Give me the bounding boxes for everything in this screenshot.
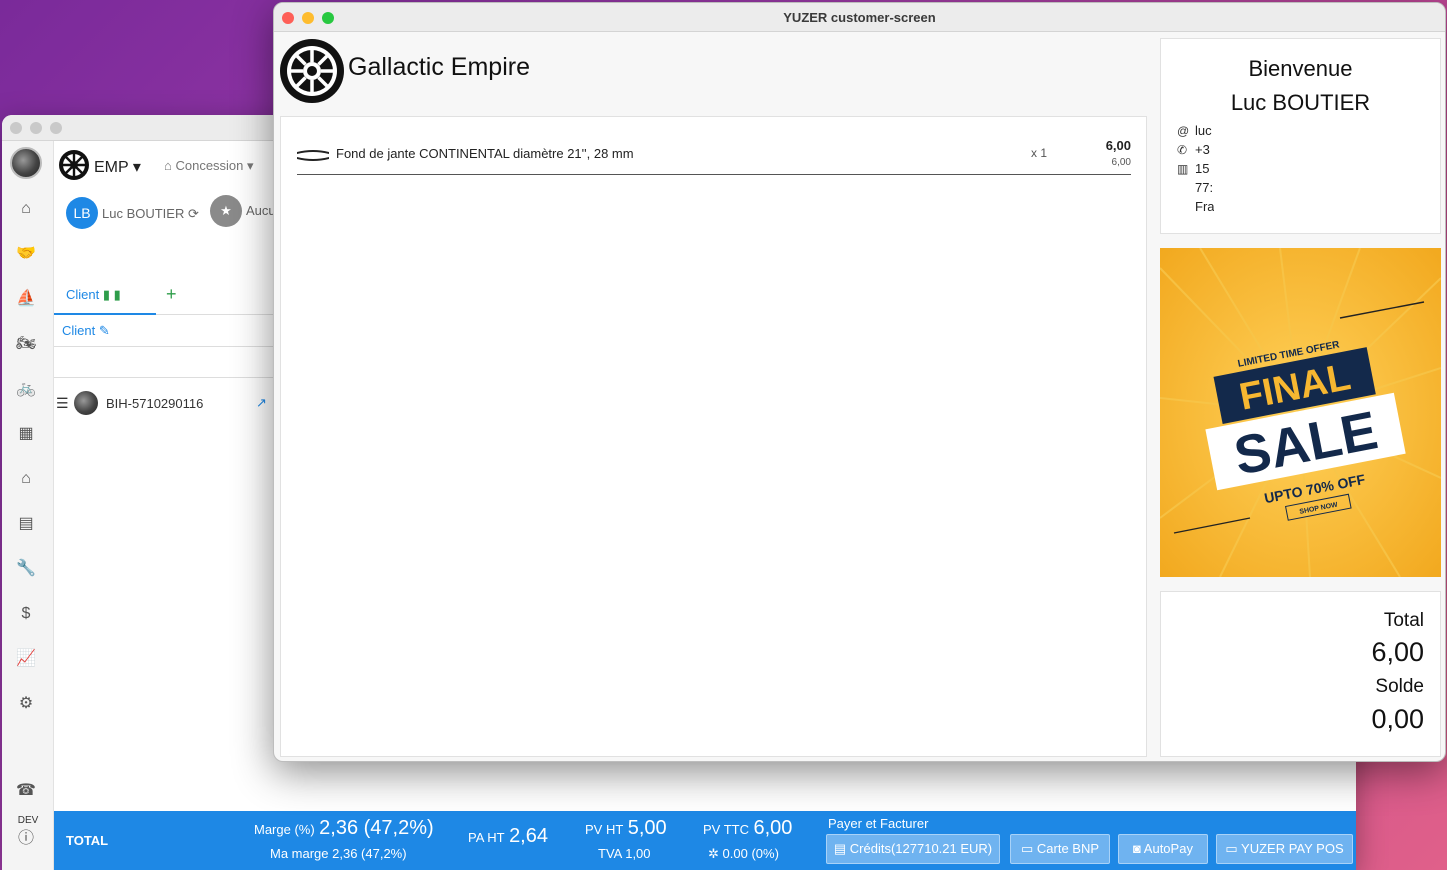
pv-ht: PV HT 5,00 — [585, 817, 667, 839]
concession-selector[interactable]: ⌂ Concession ▾ — [164, 158, 254, 174]
org-selector[interactable]: EMP ▾ — [94, 157, 141, 177]
info-icon[interactable]: ⓘ — [14, 829, 38, 849]
client-edit-link[interactable]: Client ✎ — [62, 323, 110, 339]
empire-logo-icon[interactable] — [58, 149, 90, 181]
zoom-window-button[interactable] — [322, 12, 334, 24]
payer-label: Payer et Facturer — [828, 816, 929, 831]
dev-label: DEV — [17, 815, 39, 826]
welcome-name: Luc BOUTIER — [1230, 90, 1371, 115]
total-value: 6,00 — [1371, 637, 1424, 667]
settings-icon[interactable]: ⚙ — [14, 694, 38, 714]
phone-icon: ✆ — [1177, 143, 1188, 157]
receipt-icon: ▤ — [833, 841, 847, 856]
total-bar: TOTAL Marge (%) 2,36 (47,2%) Ma marge 2,… — [54, 811, 1356, 870]
brand-name: Gallactic Empire — [348, 53, 530, 81]
refresh-icon[interactable]: ⟳ — [188, 206, 199, 221]
total-label: Total — [1383, 610, 1424, 631]
total-label: TOTAL — [66, 833, 109, 848]
solde-label: Solde — [1375, 676, 1424, 697]
zoom-window-button[interactable] — [50, 122, 62, 134]
add-tab-button[interactable]: + — [166, 284, 177, 305]
client-name[interactable]: Luc BOUTIER ⟳ — [102, 206, 199, 222]
contact-info: @ luc ✆ +3 ▥ 15 77: Fra — [1177, 123, 1214, 223]
card-icon: ▭ — [1020, 841, 1034, 856]
client-avatar[interactable]: LB — [66, 197, 98, 229]
item-qty: x 1 — [1031, 146, 1048, 160]
tax-extra: ✲ 0.00 (0%) — [708, 846, 779, 861]
solde-value: 0,00 — [1371, 704, 1424, 734]
aucun-label: Aucu — [246, 203, 276, 218]
empire-logo-icon — [280, 39, 344, 103]
sidebar: ⌂ 🤝 ⛵ 🏍 🚲 ▦ ⌂ ▤ 🔧 $ 📈 ⚙ ☎ DEV ⓘ — [2, 141, 54, 870]
pa-ht: PA HT 2,64 — [468, 825, 548, 847]
at-icon: @ — [1177, 124, 1190, 138]
ma-marge: Ma marge 2,36 (47,2%) — [270, 846, 407, 861]
item-unit-price: 6,00 — [1111, 157, 1131, 168]
welcome-title: Bienvenue — [1248, 56, 1353, 81]
boxes-icon[interactable]: ▦ — [14, 424, 38, 444]
close-window-button[interactable] — [282, 12, 294, 24]
promo-banner: LIMITED TIME OFFER FINAL SALE UPTO 70% O… — [1160, 248, 1441, 577]
home-icon[interactable]: ⌂ — [14, 199, 38, 219]
carte-bnp-button[interactable]: ▭ Carte BNP — [1010, 834, 1110, 864]
motorcycle-icon[interactable]: 🏍 — [14, 334, 38, 354]
close-window-button[interactable] — [10, 122, 22, 134]
pv-ttc: PV TTC 6,00 — [703, 817, 793, 839]
customer-screen-window: YUZER customer-screen Gallactic Empire F… — [273, 2, 1446, 762]
dollar-icon[interactable]: $ — [14, 604, 38, 624]
cart-panel: Fond de jante CONTINENTAL diamètre 21'',… — [280, 116, 1147, 757]
autopay-button[interactable]: ◙ AutoPay — [1118, 834, 1208, 864]
yuzer-pay-pos-button[interactable]: ▭ YUZER PAY POS — [1216, 834, 1353, 864]
contact-email: @ luc — [1177, 123, 1212, 138]
contact-address: ▥ 15 — [1177, 161, 1210, 176]
welcome-panel: Bienvenue Luc BOUTIER @ luc ✆ +3 ▥ 15 77: F… — [1160, 38, 1441, 234]
customer-screen-titlebar: YUZER customer-screen — [274, 3, 1445, 32]
drag-handle-icon[interactable]: ☰ — [56, 395, 69, 412]
contact-address-line2: 77: — [1195, 180, 1214, 195]
chart-icon[interactable]: 📈 — [14, 649, 38, 669]
document-icon: ▮ — [102, 287, 111, 302]
credits-button[interactable]: ▤ Crédits(127710.21 EUR) — [826, 834, 1000, 864]
item-price: 6,00 — [1105, 138, 1131, 153]
user-avatar[interactable] — [10, 147, 42, 179]
bicycle-icon[interactable]: 🚲 — [14, 379, 38, 399]
window-title: YUZER customer-screen — [783, 10, 936, 25]
car-check-icon: ▮ — [113, 287, 121, 302]
minimize-window-button[interactable] — [30, 122, 42, 134]
item-name: Fond de jante CONTINENTAL diamètre 21'',… — [336, 146, 634, 161]
tab-client[interactable]: Client ▮ ▮ — [54, 275, 156, 315]
calendar-icon[interactable]: ▤ — [14, 514, 38, 534]
tva: TVA 1,00 — [598, 846, 651, 861]
edit-icon: ✎ — [98, 323, 110, 338]
warehouse-icon[interactable]: ⌂ — [14, 469, 38, 489]
cart-item: Fond de jante CONTINENTAL diamètre 21'',… — [297, 137, 1131, 175]
final-sale-image: LIMITED TIME OFFER FINAL SALE UPTO 70% O… — [1160, 248, 1441, 577]
support-icon[interactable]: ☎ — [14, 781, 38, 801]
minimize-window-button[interactable] — [302, 12, 314, 24]
card-icon: ▭ — [1225, 841, 1238, 856]
camera-icon: ◙ — [1133, 841, 1141, 856]
vehicle-id: BIH-5710290116 — [106, 396, 204, 411]
marge: Marge (%) 2,36 (47,2%) — [254, 817, 434, 839]
contact-phone: ✆ +3 — [1177, 142, 1210, 157]
contact-country: Fra — [1195, 199, 1214, 214]
total-panel: Total 6,00 Solde 0,00 — [1160, 591, 1441, 757]
external-link-icon[interactable]: ↗ — [256, 395, 267, 411]
map-icon: ▥ — [1177, 162, 1189, 176]
gear-icon: ✲ — [708, 846, 719, 861]
handshake-icon[interactable]: 🤝 — [14, 244, 38, 264]
wrench-icon[interactable]: 🔧 — [14, 559, 38, 579]
jetski-icon[interactable]: ⛵ — [14, 289, 38, 309]
folder-star-icon[interactable]: ★ — [210, 195, 242, 227]
rim-tape-icon — [297, 150, 329, 161]
vehicle-avatar — [74, 391, 98, 415]
